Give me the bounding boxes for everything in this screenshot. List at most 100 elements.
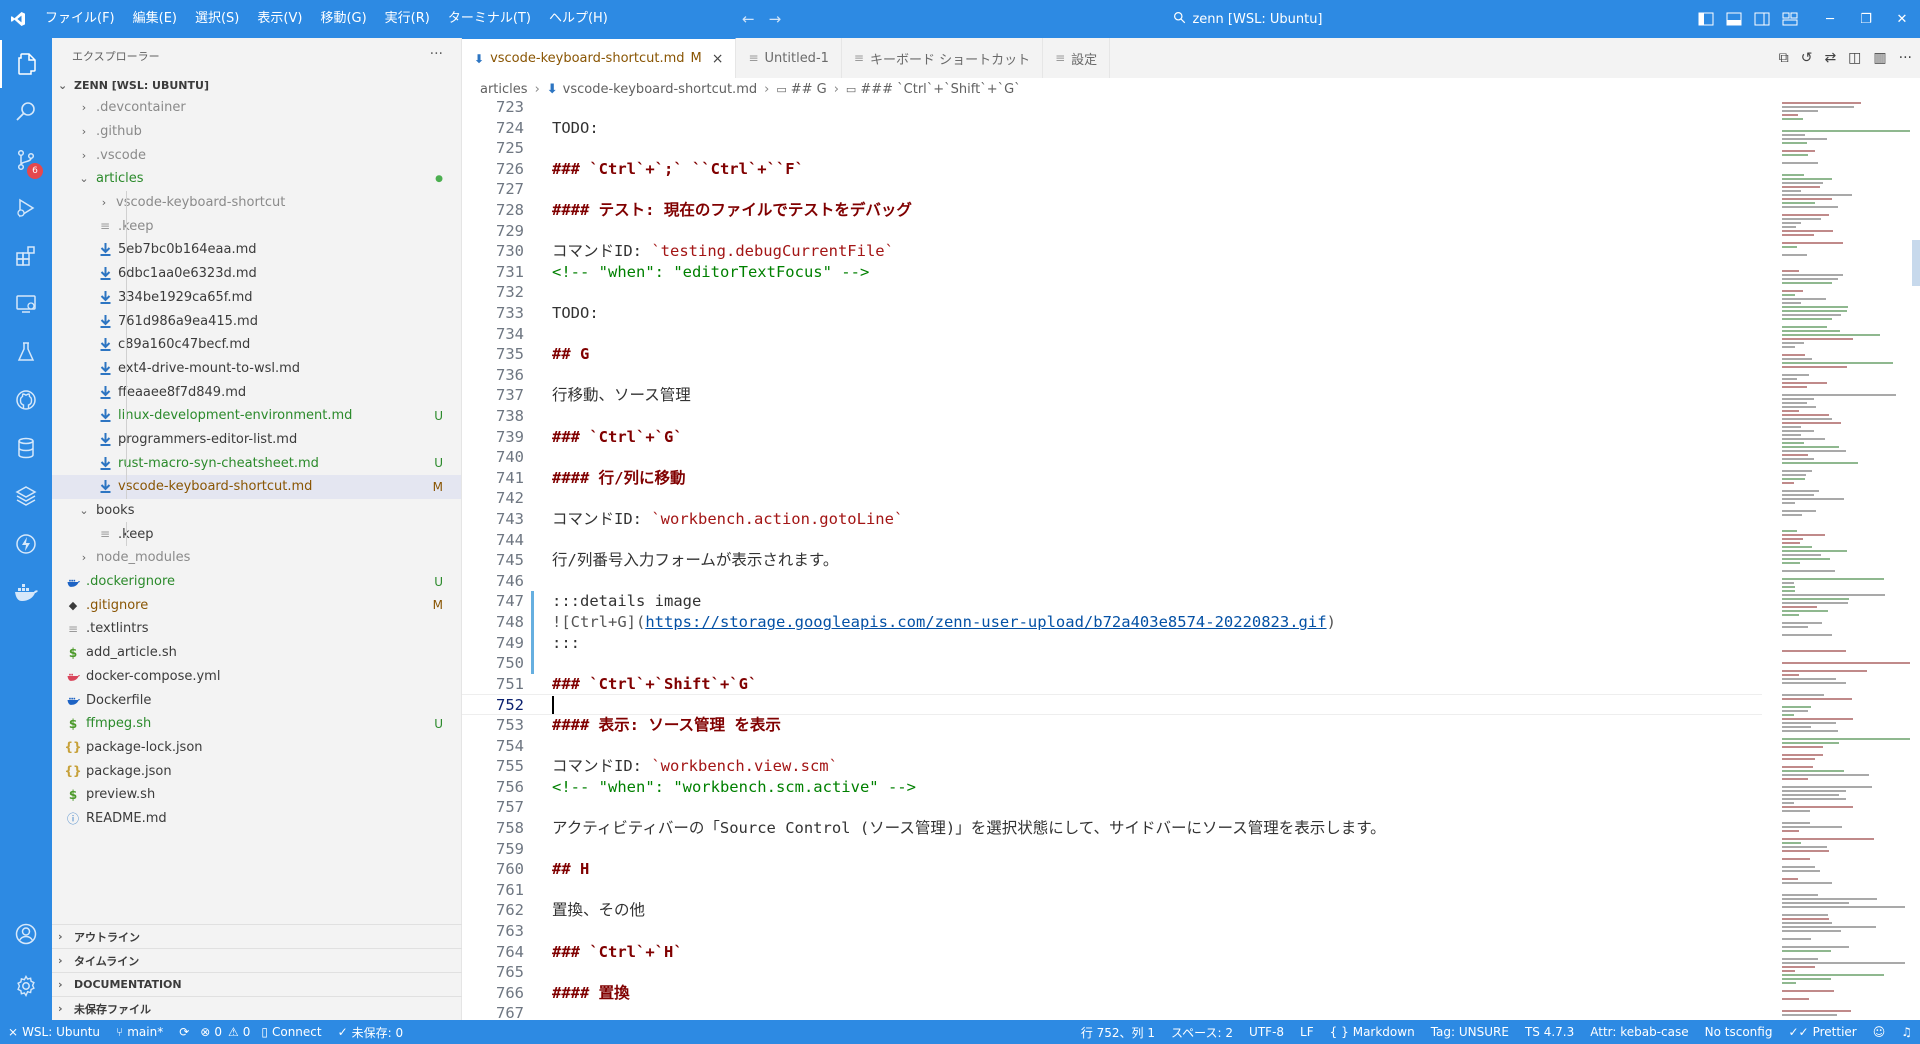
status-check[interactable]: ✓ 未保存: 0: [330, 1020, 412, 1044]
status-right-item[interactable]: Tag: UNSURE: [1423, 1020, 1517, 1044]
file-row[interactable]: ffeaaee8f7d849.md: [52, 380, 461, 404]
menu-item[interactable]: ターミナル(T): [439, 0, 540, 38]
sidebar-section-3[interactable]: › 未保存ファイル: [52, 996, 462, 1020]
file-row[interactable]: ext4-drive-mount-to-wsl.md: [52, 356, 461, 381]
menu-item[interactable]: 移動(G): [311, 0, 375, 38]
file-row[interactable]: {} package.json: [52, 759, 461, 783]
file-row[interactable]: $ preview.sh: [52, 783, 461, 807]
customize-layout-icon[interactable]: [1776, 0, 1804, 38]
open-changes-icon[interactable]: ⇄: [1824, 50, 1836, 66]
folder-row[interactable]: › vscode-keyboard-shortcut: [52, 190, 461, 215]
menu-item[interactable]: 編集(E): [124, 0, 186, 38]
image-link[interactable]: https://storage.googleapis.com/zenn-user…: [645, 613, 1326, 631]
timeline-icon[interactable]: ↺: [1801, 50, 1813, 66]
file-row[interactable]: ≡ .keep: [52, 522, 461, 547]
status-right-item[interactable]: Attr: kebab-case: [1582, 1020, 1696, 1044]
status-right-item[interactable]: No tsconfig: [1697, 1020, 1781, 1044]
file-row[interactable]: $ add_article.sh: [52, 641, 461, 665]
file-row[interactable]: 6dbc1aa0e6323d.md: [52, 261, 461, 286]
settings-gear-icon[interactable]: [0, 962, 52, 1010]
folder-row[interactable]: ⌄ books: [52, 499, 461, 523]
file-row[interactable]: linux-development-environment.md U: [52, 403, 461, 428]
file-row[interactable]: 5eb7bc0b164eaa.md: [52, 238, 461, 262]
status-connect[interactable]: ▯ Connect: [253, 1020, 329, 1044]
sidebar-section-0[interactable]: › アウトライン: [52, 924, 462, 948]
breadcrumb-item[interactable]: ### `Ctrl`+`Shift`+`G`: [860, 82, 1020, 97]
split-editor-icon[interactable]: ▥: [1873, 50, 1886, 66]
account-icon[interactable]: [0, 910, 52, 958]
thunder-icon[interactable]: [0, 520, 52, 568]
file-row[interactable]: ◆ .gitignore M: [52, 593, 461, 617]
feedback-icon[interactable]: ☺: [1865, 1020, 1894, 1044]
file-row[interactable]: docker-compose.yml: [52, 665, 461, 689]
file-row[interactable]: ⓘ README.md: [52, 807, 461, 831]
file-row[interactable]: $ ffmpeg.sh U: [52, 712, 461, 736]
code-editor[interactable]: 723 724 TODO: 725 726 ### `Ctrl`+`;` ``Ctrl`+…: [462, 100, 1762, 1020]
status-right-item[interactable]: LF: [1292, 1020, 1322, 1044]
database-icon[interactable]: [0, 424, 52, 472]
menu-item[interactable]: ヘルプ(H): [540, 0, 617, 38]
testing-icon[interactable]: [0, 328, 52, 376]
scrollbar-slider[interactable]: [1912, 240, 1920, 286]
folder-row[interactable]: › node_modules: [52, 546, 461, 570]
remote-explorer-icon[interactable]: [0, 280, 52, 328]
open-preview-icon[interactable]: ⧉: [1779, 50, 1789, 66]
folder-row[interactable]: › .devcontainer: [52, 96, 461, 120]
sidebar-section-1[interactable]: › タイムライン: [52, 948, 462, 972]
run-debug-icon[interactable]: [0, 184, 52, 232]
status-remote[interactable]: ⨯ WSL: Ubuntu: [0, 1020, 108, 1044]
search-icon[interactable]: [0, 88, 52, 136]
tab-1[interactable]: ≡ Untitled-1: [736, 38, 842, 78]
file-row[interactable]: Dockerfile: [52, 688, 461, 712]
file-row[interactable]: 334be1929ca65f.md: [52, 285, 461, 310]
file-row[interactable]: .dockerignore U: [52, 570, 461, 594]
folder-row[interactable]: › .vscode: [52, 143, 461, 167]
docker-icon[interactable]: [0, 568, 52, 616]
tab-3[interactable]: ≡ 設定: [1043, 38, 1111, 78]
menu-item[interactable]: 実行(R): [376, 0, 439, 38]
file-row[interactable]: {} package-lock.json: [52, 736, 461, 760]
breadcrumb-item[interactable]: vscode-keyboard-shortcut.md: [563, 82, 757, 97]
toggle-primary-sidebar-icon[interactable]: [1692, 0, 1720, 38]
file-row[interactable]: c89a160c47becf.md: [52, 332, 461, 357]
file-row[interactable]: ≡ .keep: [52, 214, 461, 239]
source-control-icon[interactable]: 6: [0, 136, 52, 184]
restore-icon[interactable]: ❐: [1848, 0, 1884, 38]
status-sync[interactable]: ⟳: [171, 1020, 197, 1044]
status-right-item[interactable]: ✓✓ Prettier: [1780, 1020, 1864, 1044]
file-row[interactable]: 761d986a9ea415.md: [52, 309, 461, 333]
compare-icon[interactable]: ◫: [1848, 50, 1861, 66]
bell-icon[interactable]: ♫: [1893, 1020, 1920, 1044]
status-branch[interactable]: ⑂ main*: [108, 1020, 171, 1044]
command-center[interactable]: zenn [WSL: Ubuntu]: [1048, 7, 1448, 31]
menu-item[interactable]: ファイル(F): [36, 0, 124, 38]
close-icon[interactable]: ×: [712, 51, 724, 67]
close-window-icon[interactable]: ✕: [1884, 0, 1920, 38]
toggle-panel-icon[interactable]: [1720, 0, 1748, 38]
folder-row[interactable]: ⌄ articles ●: [52, 167, 461, 191]
status-right-item[interactable]: TS 4.7.3: [1517, 1020, 1582, 1044]
file-row[interactable]: rust-macro-syn-cheatsheet.md U: [52, 451, 461, 475]
workspace-root[interactable]: ⌄ ZENN [WSL: UBUNTU]: [52, 74, 461, 96]
status-right-item[interactable]: UTF-8: [1241, 1020, 1292, 1044]
toggle-secondary-sidebar-icon[interactable]: [1748, 0, 1776, 38]
minimap[interactable]: [1780, 100, 1912, 1020]
extensions-icon[interactable]: [0, 232, 52, 280]
sidebar-section-2[interactable]: › DOCUMENTATION: [52, 972, 462, 996]
status-errors[interactable]: ⊗ 0: [197, 1020, 225, 1044]
status-right-item[interactable]: { } Markdown: [1322, 1020, 1423, 1044]
layers-icon[interactable]: [0, 472, 52, 520]
explorer-icon[interactable]: [0, 40, 52, 88]
forward-arrow-icon[interactable]: →: [769, 10, 782, 28]
status-right-item[interactable]: スペース: 2: [1163, 1020, 1241, 1044]
status-warnings[interactable]: ⚠ 0: [225, 1020, 253, 1044]
menu-item[interactable]: 表示(V): [248, 0, 311, 38]
status-right-item[interactable]: 行 752、列 1: [1073, 1020, 1163, 1044]
file-row[interactable]: vscode-keyboard-shortcut.md M: [52, 475, 461, 499]
file-row[interactable]: ≡ .textlintrs: [52, 617, 461, 641]
file-row[interactable]: programmers-editor-list.md: [52, 427, 461, 452]
menu-item[interactable]: 選択(S): [186, 0, 248, 38]
tab-0[interactable]: ⬇ vscode-keyboard-shortcut.md M ×: [462, 38, 737, 78]
tab-2[interactable]: ≡ キーボード ショートカット: [842, 38, 1044, 78]
folder-row[interactable]: › .github: [52, 120, 461, 144]
